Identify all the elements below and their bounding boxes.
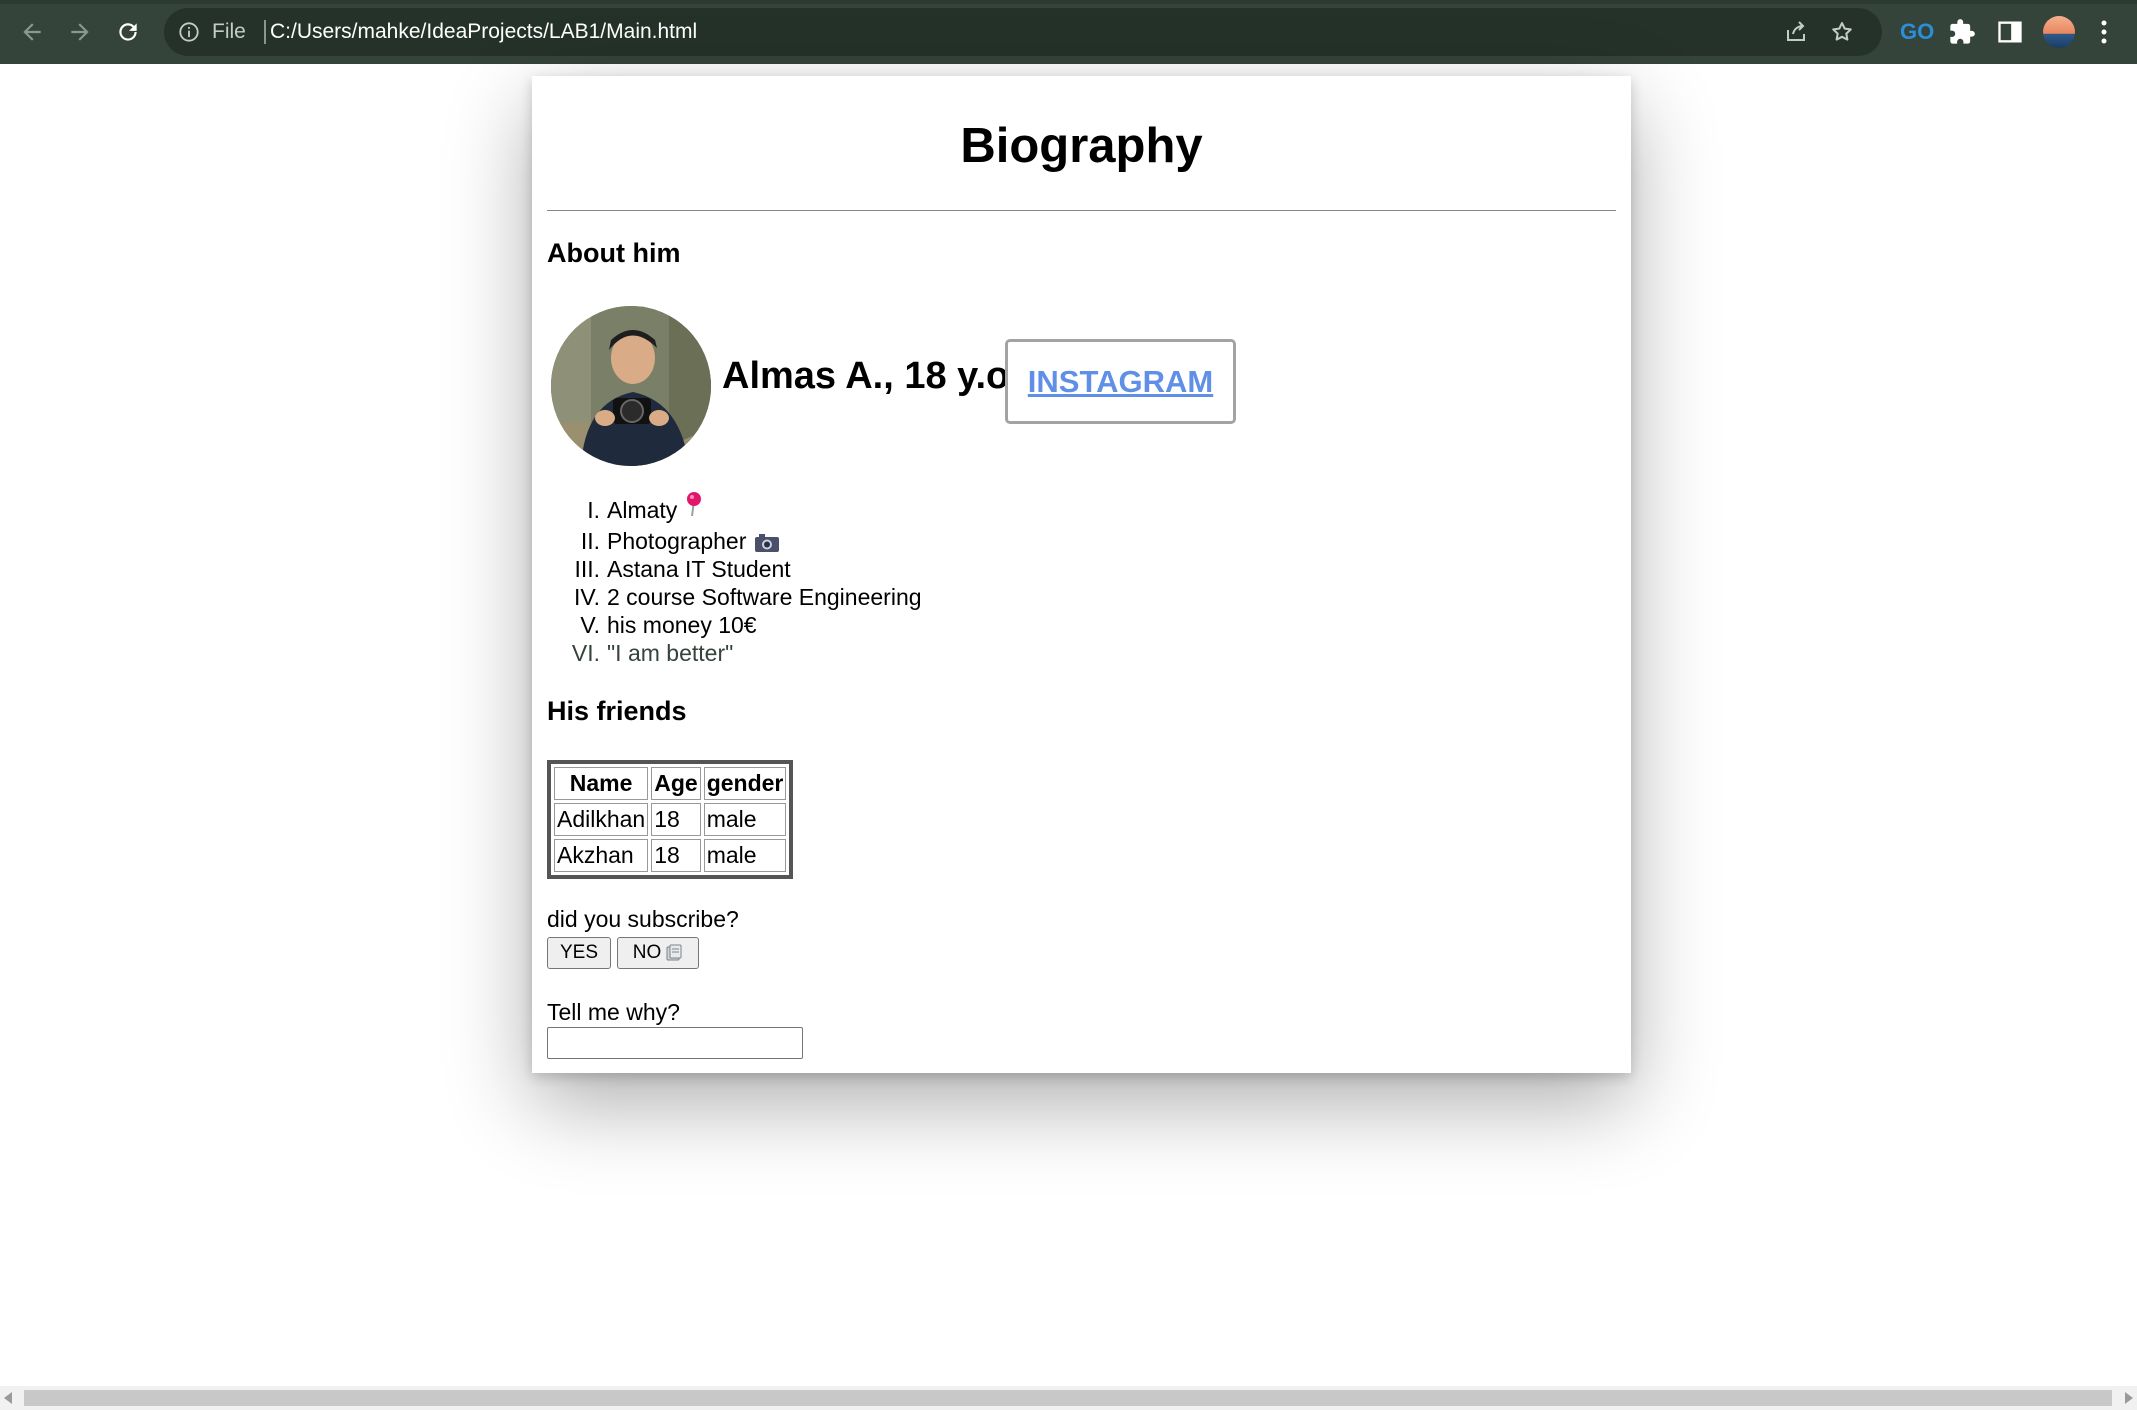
table-cell: Akzhan — [554, 839, 649, 872]
list-item-text: Almaty — [607, 497, 678, 523]
why-label: Tell me why? — [547, 999, 680, 1025]
why-input[interactable] — [547, 1027, 803, 1059]
friends-heading: His friends — [547, 696, 687, 726]
browser-toolbar: File C:/Users/mahke/IdeaProjects/LAB1/Ma… — [0, 0, 2137, 64]
reload-button[interactable] — [110, 14, 146, 50]
name-age-heading: Almas A., 18 y.o — [722, 355, 1010, 397]
scroll-left-arrow-icon[interactable] — [4, 1392, 12, 1404]
url-separator — [264, 20, 266, 44]
column-header-name: Name — [554, 767, 649, 800]
list-item-text: 2 course Software Engineering — [607, 584, 922, 610]
yes-button-label: YES — [559, 942, 599, 963]
horizontal-scrollbar[interactable] — [0, 1386, 2137, 1410]
forward-button[interactable] — [62, 14, 98, 50]
friends-table: Name Age gender Adilkhan 18 male Akzhan … — [547, 760, 794, 879]
list-item-text: his money 10€ — [607, 612, 757, 638]
table-cell: 18 — [651, 839, 701, 872]
avatar[interactable] — [2043, 16, 2075, 48]
star-icon[interactable] — [1830, 20, 1854, 44]
extension-go-icon[interactable]: GO — [1900, 18, 1934, 46]
about-heading: About him — [547, 238, 681, 268]
table-row: Akzhan 18 male — [554, 839, 787, 872]
list-item-number: V. — [580, 612, 600, 638]
page-title: Biography — [960, 119, 1203, 173]
biography-card: Biography About him Almas A., 18 y.o INS… — [532, 76, 1631, 1073]
table-cell: male — [703, 839, 787, 872]
table-row: Adilkhan 18 male — [554, 803, 787, 836]
table-header-row: Name Age gender — [554, 767, 787, 800]
camera-icon — [755, 534, 779, 552]
list-item-number: III. — [574, 556, 600, 582]
puzzle-icon[interactable] — [1948, 18, 1976, 46]
title-divider — [547, 210, 1616, 211]
table-cell: Adilkhan — [554, 803, 649, 836]
info-icon[interactable] — [178, 21, 200, 43]
url-scheme-label: File — [212, 20, 246, 43]
scrollbar-thumb[interactable] — [24, 1390, 2112, 1406]
list-item-text: Photographer — [607, 528, 747, 554]
reload-icon — [119, 23, 137, 41]
back-button[interactable] — [14, 14, 50, 50]
side-panel-icon[interactable] — [1996, 18, 2024, 46]
scroll-right-arrow-icon[interactable] — [2125, 1392, 2133, 1404]
list-item-number: VI. — [571, 640, 600, 666]
subscribe-question: did you subscribe? — [547, 906, 739, 932]
tab-strip-edge — [0, 0, 2137, 4]
table-cell: 18 — [651, 803, 701, 836]
url-text[interactable]: C:/Users/mahke/IdeaProjects/LAB1/Main.ht… — [270, 8, 697, 56]
list-item-number: II. — [580, 528, 600, 554]
share-icon[interactable] — [1784, 20, 1808, 44]
column-header-age: Age — [651, 767, 701, 800]
address-bar[interactable]: File C:/Users/mahke/IdeaProjects/LAB1/Ma… — [164, 8, 1882, 56]
instagram-link[interactable]: INSTAGRAM — [1028, 364, 1213, 400]
list-item-text: "I am better" — [607, 640, 734, 666]
instagram-box: INSTAGRAM — [1005, 339, 1236, 424]
no-button-label: NO — [632, 942, 662, 963]
forward-arrow-icon — [71, 23, 89, 41]
profile-photo-image — [551, 306, 711, 466]
list-item-text: Astana IT Student — [607, 556, 791, 582]
yes-button[interactable]: YES — [547, 937, 611, 969]
list-item-number: IV. — [573, 584, 600, 610]
menu-dots-icon[interactable] — [2094, 18, 2114, 46]
no-button-emoji-icon — [666, 944, 682, 961]
no-button[interactable]: NO — [617, 937, 699, 969]
back-arrow-icon — [23, 23, 41, 41]
list-item-number: I. — [587, 497, 600, 523]
pin-icon — [687, 492, 701, 517]
table-cell: male — [703, 803, 787, 836]
profile-photo — [551, 306, 711, 466]
column-header-gender: gender — [703, 767, 787, 800]
